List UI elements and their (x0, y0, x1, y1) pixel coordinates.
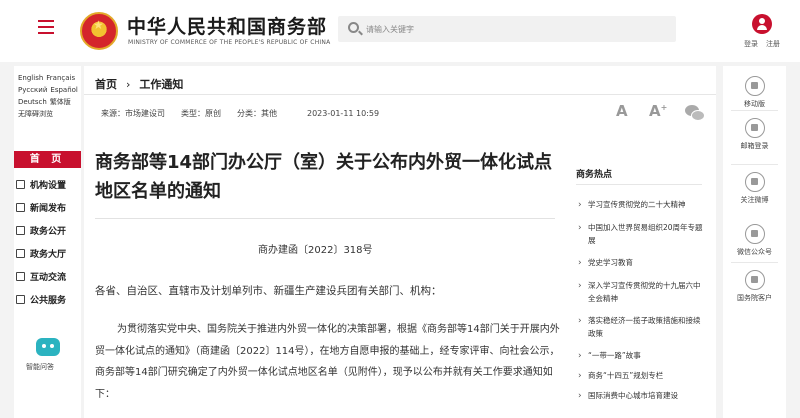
share-weibo[interactable]: 关注微博 (723, 172, 786, 205)
search-icon[interactable] (348, 22, 359, 33)
left-sidebar: English Français Русский Español Deutsch 繁体… (14, 66, 81, 418)
lang-french[interactable]: Français (46, 74, 75, 82)
font-decrease-button[interactable]: A (616, 102, 628, 120)
menu-icon[interactable] (38, 20, 54, 34)
auth-links: 登录 注册 (744, 39, 788, 49)
font-increase-letter: A (649, 102, 661, 120)
breadcrumb-current[interactable]: 工作通知 (139, 78, 183, 91)
nav-item-org[interactable]: 机构设置 (14, 173, 81, 196)
share-wechat[interactable]: 微信公众号 (723, 224, 786, 257)
doc-icon (16, 226, 25, 235)
lang-russian[interactable]: Русский (18, 86, 47, 94)
nav-label: 公共服务 (30, 296, 67, 306)
list-item[interactable]: 中国加入世界贸易组织20周年专题展 (576, 222, 704, 257)
nav-item-hall[interactable]: 政务大厅 (14, 242, 81, 265)
gov-app-icon (744, 270, 765, 290)
list-item[interactable]: 商务“十四五”规划专栏 (576, 370, 704, 390)
meta-type: 类型：原创 (181, 109, 221, 118)
breadcrumb-home[interactable]: 首页 (95, 78, 117, 91)
list-item[interactable]: 落实稳经济一揽子政策措施和接续政策 (576, 315, 704, 350)
nav-label: 互动交流 (30, 273, 67, 283)
article-meta: 来源：市场建设司 类型：原创 分类：其他 2023-01-11 10:59 (101, 108, 395, 119)
lang-spanish[interactable]: Español (50, 86, 77, 94)
meta-category: 分类：其他 (237, 109, 277, 118)
nav-item-service[interactable]: 公共服务 (14, 288, 81, 311)
divider (576, 184, 702, 185)
org-icon (16, 180, 25, 189)
share-sidebar: 移动版 邮箱登录 关注微博 微信公众号 国务院客户 (723, 66, 786, 418)
national-emblem-logo[interactable] (80, 12, 118, 50)
share-gov-app[interactable]: 国务院客户 (723, 270, 786, 303)
addressee: 各省、自治区、直辖市及计划单列市、新疆生产建设兵团有关部门、机构： (95, 285, 442, 297)
share-label: 移动版 (744, 100, 765, 108)
list-item[interactable]: “一带一路”故事 (576, 350, 704, 370)
lang-english[interactable]: English (18, 74, 43, 82)
news-icon (16, 203, 25, 212)
list-item[interactable]: 国际消费中心城市培育建设 (576, 390, 704, 410)
list-item[interactable]: 党史学习教育 (576, 257, 704, 280)
nav-home[interactable]: 首 页 (14, 151, 81, 168)
header: 中华人民共和国商务部 MINISTRY OF COMMERCE OF THE P… (0, 0, 800, 62)
breadcrumb-separator: › (126, 78, 131, 91)
mobile-icon (744, 76, 765, 96)
wechat-share-icon[interactable] (685, 105, 705, 121)
list-item[interactable]: 学习宣传贯彻党的二十大精神 (576, 199, 704, 222)
hall-icon (16, 249, 25, 258)
hot-topics-title: 商务热点 (576, 170, 613, 180)
site-title[interactable]: 中华人民共和国商务部 (127, 12, 327, 39)
list-item[interactable]: 深入学习宣传贯彻党的十九届六中全会精神 (576, 280, 704, 315)
robot-icon[interactable] (36, 338, 60, 356)
main-content: 首页 › 工作通知 来源：市场建设司 类型：原创 分类：其他 2023-01-11 10:… (84, 66, 716, 418)
nav-label: 政务公开 (30, 227, 67, 237)
plus-icon (16, 295, 25, 304)
plus-icon: + (660, 103, 668, 112)
accessibility-link[interactable]: 无障碍浏览 (18, 110, 53, 118)
share-email[interactable]: 邮箱登录 (723, 118, 786, 151)
nav-list: 机构设置 新闻发布 政务公开 政务大厅 互动交流 公共服务 (14, 173, 81, 311)
divider (95, 218, 555, 219)
nav-item-news[interactable]: 新闻发布 (14, 196, 81, 219)
doc-number: 商办建函〔2022〕318号 (258, 245, 373, 256)
weibo-icon (744, 172, 765, 192)
mail-icon (744, 118, 765, 138)
search-input[interactable] (366, 20, 666, 38)
meta-date: 2023-01-11 10:59 (307, 109, 380, 118)
wechat-icon (744, 224, 765, 244)
divider (731, 164, 778, 165)
hot-topics-list: 学习宣传贯彻党的二十大精神 中国加入世界贸易组织20周年专题展 党史学习教育 深… (576, 199, 704, 410)
meta-source: 来源：市场建设司 (101, 109, 165, 118)
divider (731, 262, 778, 263)
site-subtitle: MINISTRY OF COMMERCE OF THE PEOPLE'S REP… (128, 39, 331, 46)
register-link[interactable]: 注册 (766, 40, 780, 48)
nav-item-public[interactable]: 政务公开 (14, 219, 81, 242)
search-box[interactable] (338, 16, 676, 42)
share-label: 关注微博 (740, 196, 769, 204)
font-increase-button[interactable]: A+ (649, 102, 667, 120)
share-label: 邮箱登录 (740, 142, 769, 150)
share-mobile[interactable]: 移动版 (723, 76, 786, 109)
share-label: 微信公众号 (737, 248, 772, 256)
article-title: 商务部等14部门办公厅（室）关于公布内外贸一体化试点地区名单的通知 (95, 152, 553, 202)
assistant-label[interactable]: 智能问答 (26, 362, 54, 372)
nav-label: 新闻发布 (30, 204, 67, 214)
breadcrumb: 首页 › 工作通知 (95, 76, 183, 92)
lang-german[interactable]: Deutsch (18, 98, 47, 106)
article-paragraph: 为贯彻落实党中央、国务院关于推进内外贸一体化的决策部署，根据《商务部等14部门关… (95, 324, 560, 400)
language-links: English Français Русский Español Deutsch 繁体… (14, 66, 81, 120)
divider (731, 110, 778, 111)
user-icon[interactable] (752, 14, 772, 34)
login-link[interactable]: 登录 (744, 40, 758, 48)
nav-label: 政务大厅 (30, 250, 67, 260)
divider (84, 94, 716, 95)
nav-item-interact[interactable]: 互动交流 (14, 265, 81, 288)
nav-label: 机构设置 (30, 181, 67, 191)
share-label: 国务院客户 (737, 294, 772, 302)
lang-traditional[interactable]: 繁体版 (50, 98, 71, 106)
chat-icon (16, 272, 25, 281)
